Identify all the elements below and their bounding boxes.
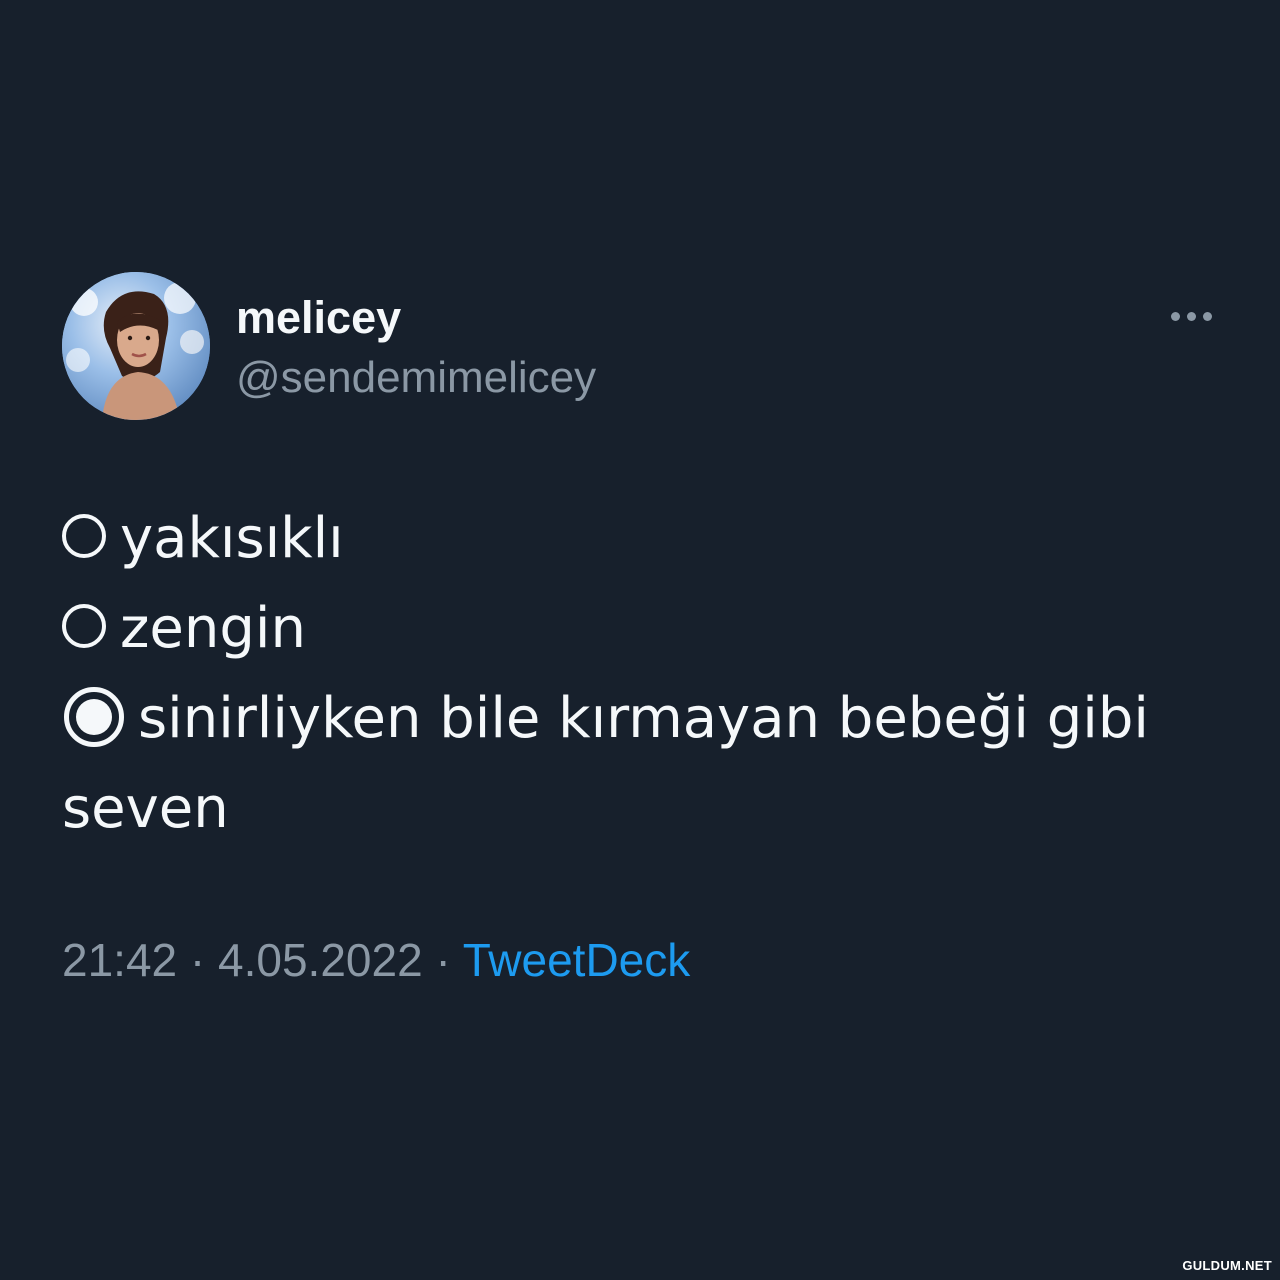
tweet-source-link[interactable]: TweetDeck [463,934,691,986]
username-handle[interactable]: @sendemimelicey [236,352,596,404]
tweet-time[interactable]: 21:42 [62,934,177,986]
option-text: yakısıklı [120,506,344,571]
more-options-icon[interactable] [1162,296,1220,336]
tweet-text: yakısıklı zengin sinirliyken bile kırmay… [62,494,1222,854]
tweet-meta: 21:42 · 4.05.2022 · TweetDeck [62,932,690,988]
meta-separator: · [435,934,451,986]
display-name[interactable]: melicey [236,292,401,344]
radio-selected-icon [64,686,124,747]
radio-empty-icon [62,603,106,648]
option-line: yakısıklı [62,494,1222,584]
option-line: sinirliyken bile kırmayan bebeği gibi [62,674,1222,764]
option-line: zengin [62,584,1222,674]
option-text: sinirliyken bile kırmayan bebeği gibi [138,686,1149,751]
radio-empty-icon [62,513,106,558]
option-text: zengin [120,596,306,661]
avatar[interactable] [62,272,210,420]
meta-separator: · [189,934,206,986]
avatar-photo [62,272,210,420]
dot [1170,311,1180,321]
option-continuation: seven [62,776,229,841]
dot [1186,311,1196,321]
tweet-date[interactable]: 4.05.2022 [218,934,423,986]
watermark: GULDUM.NET [1182,1258,1272,1273]
dot [1202,311,1212,321]
